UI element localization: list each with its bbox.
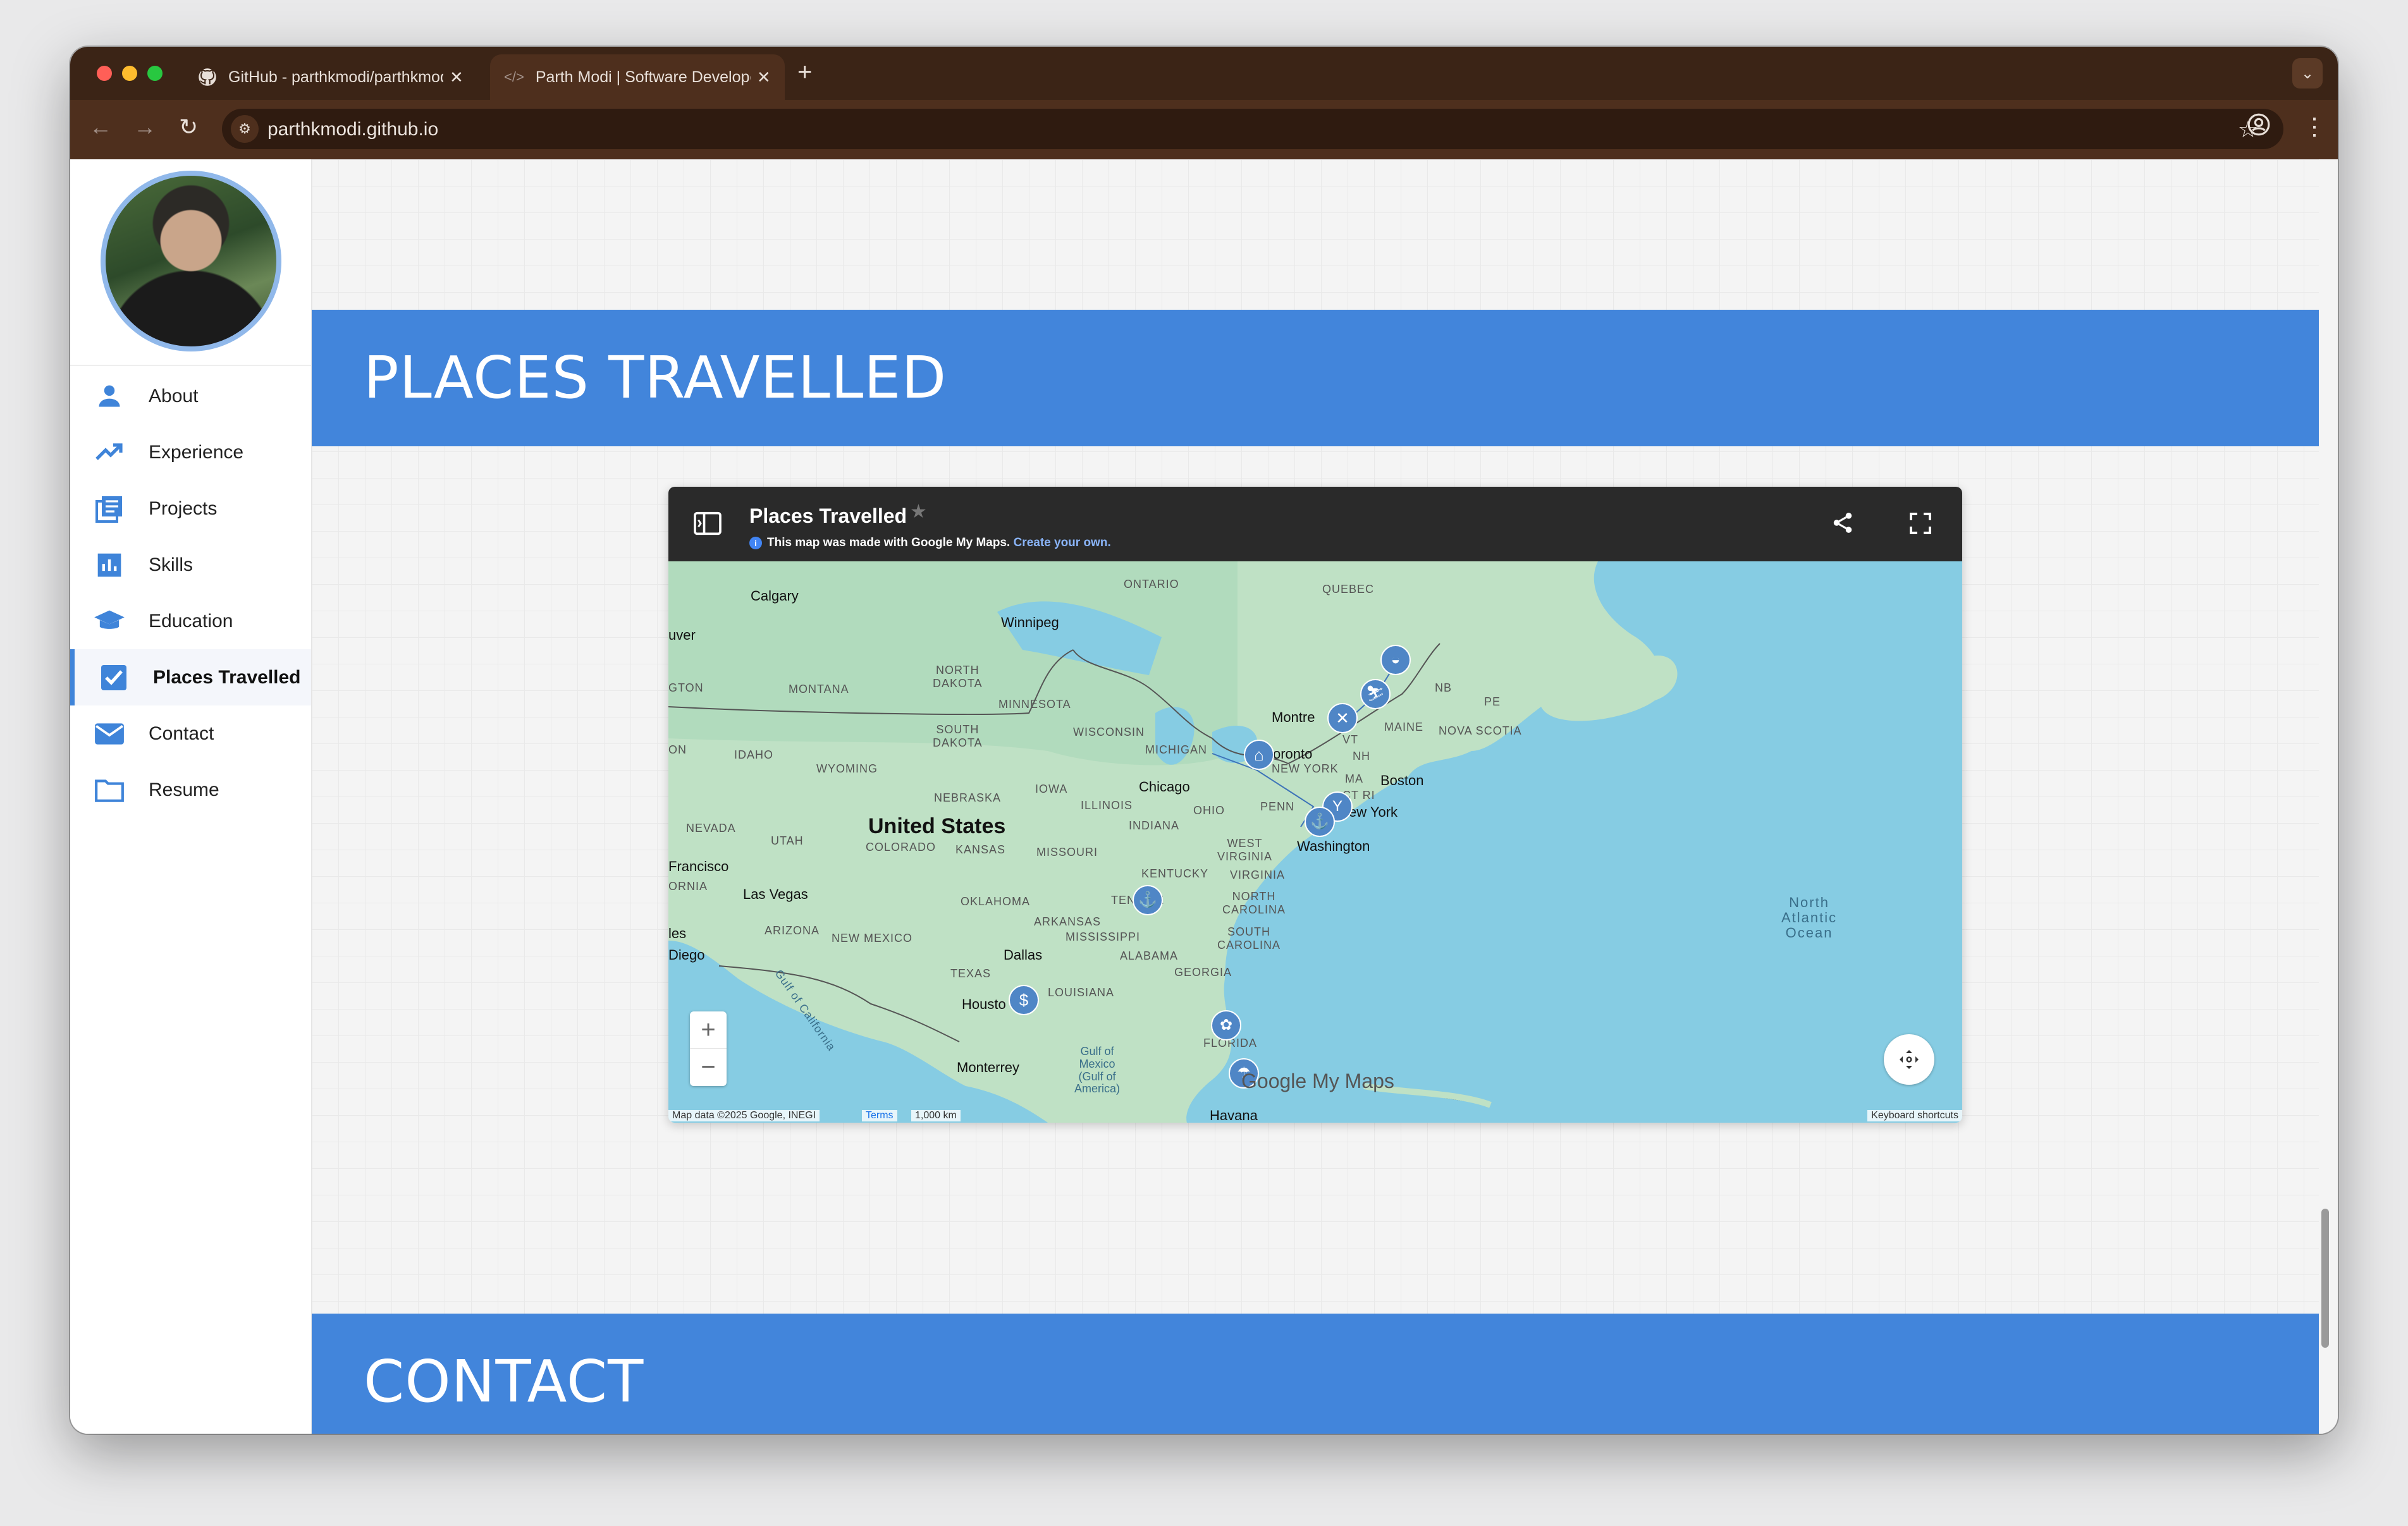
forward-button[interactable]: → [133, 114, 156, 140]
github-icon [199, 68, 216, 86]
sidebar-item-label: Experience [149, 441, 244, 463]
map-info: i This map was made with Google My Maps. … [749, 536, 1111, 550]
mail-icon [93, 717, 126, 750]
tab-close-icon[interactable]: ✕ [450, 68, 464, 87]
sidebar-item-label: Projects [149, 497, 218, 519]
reload-icon: ↻ [179, 114, 199, 140]
sidebar-item-label: Skills [149, 554, 194, 575]
marker-home-icon[interactable]: ⌂ [1244, 740, 1274, 770]
arrow-left-icon: ← [89, 114, 112, 140]
site-info-icon[interactable]: ⚙ [231, 115, 259, 143]
share-button[interactable] [1831, 511, 1855, 540]
map-title: Places Travelled [749, 504, 907, 527]
tab-github[interactable]: GitHub - parthkmodi/parthkmodi.github.io… [184, 54, 477, 100]
move-icon [1900, 1050, 1919, 1069]
main-content: PLACES TRAVELLED Places Travelled ★ i Thi… [312, 159, 2319, 1434]
sidebar-item-projects[interactable]: Projects [70, 480, 311, 537]
zoom-window-button[interactable] [147, 66, 163, 81]
marker-theme-park-icon[interactable]: ✿ [1211, 1010, 1241, 1041]
sidebar-item-contact[interactable]: Contact [70, 705, 311, 762]
fullscreen-button[interactable] [1908, 511, 1933, 542]
code-icon: </> [504, 69, 524, 85]
zoom-out-button[interactable]: − [690, 1049, 727, 1086]
sidebar-item-places-travelled[interactable]: Places Travelled [70, 649, 311, 705]
sidebar-item-label: Education [149, 610, 233, 632]
sidebar-item-label: Resume [149, 779, 219, 800]
marker-dollar-icon[interactable]: $ [1009, 985, 1039, 1015]
section-title: PLACES TRAVELLED [364, 344, 947, 412]
embedded-map[interactable]: Places Travelled ★ i This map was made wi… [668, 487, 1962, 1123]
scale-label: 1,000 km [911, 1110, 961, 1121]
tab-strip: GitHub - parthkmodi/parthkmodi.github.io… [70, 47, 2338, 100]
sidebar-item-about[interactable]: About [70, 368, 311, 424]
map-attribution-bar: Map data ©2025 Google, INEGI Terms 1,000… [668, 1109, 1962, 1123]
sidebar-toggle-icon [694, 511, 722, 535]
map-header: Places Travelled ★ i This map was made wi… [668, 487, 1962, 561]
sidebar-item-education[interactable]: Education [70, 593, 311, 649]
browser-window: GitHub - parthkmodi/parthkmodi.github.io… [70, 47, 2338, 1434]
minimize-window-button[interactable] [122, 66, 137, 81]
scrollbar-thumb[interactable] [2321, 1209, 2329, 1348]
terms-link[interactable]: Terms [862, 1110, 897, 1121]
close-window-button[interactable] [97, 66, 112, 81]
trending-up-icon [93, 436, 126, 469]
tab-title: GitHub - parthkmodi/parthkmodi.github.io [228, 68, 443, 86]
marker-boat-icon[interactable]: ⚓ [1133, 885, 1163, 915]
marker-boat-icon[interactable]: ⚓ [1305, 807, 1335, 837]
zoom-in-button[interactable]: + [690, 1011, 727, 1049]
fullscreen-icon [1910, 513, 1931, 534]
sidebar-item-label: Contact [149, 723, 214, 744]
trip-route [1212, 663, 1396, 827]
profile-icon[interactable] [2247, 113, 2271, 143]
toolbar: ← → ↻ ⚙ parthkmodi.github.io ☆ ⋮ [70, 100, 2338, 159]
graduation-cap-icon [93, 605, 126, 638]
marker-whale-icon[interactable]: ◒ [1380, 645, 1411, 675]
address-bar[interactable]: ⚙ parthkmodi.github.io ☆ [222, 109, 2283, 149]
map-attribution: Map data ©2025 Google, INEGI [668, 1110, 820, 1121]
marker-ski-icon[interactable]: ⛷ [1360, 679, 1391, 709]
sidebar-item-label: About [149, 385, 199, 406]
tab-title: Parth Modi | Software Developer [535, 68, 751, 86]
tab-close-icon[interactable]: ✕ [757, 68, 771, 87]
sidebar-item-label: Places Travelled [153, 666, 301, 688]
more-menu-icon[interactable]: ⋮ [2302, 113, 2326, 141]
create-map-link[interactable]: Create your own. [1014, 536, 1111, 549]
google-my-maps-logo: Google My Maps [1241, 1070, 1394, 1092]
chevron-down-icon: ⌄ [2300, 64, 2314, 82]
info-icon: i [749, 537, 762, 549]
folder-icon [93, 774, 126, 807]
places-travelled-banner: PLACES TRAVELLED [312, 310, 2319, 446]
recenter-button[interactable] [1884, 1034, 1934, 1085]
zoom-control: + − [690, 1011, 727, 1086]
section-title: CONTACT [364, 1348, 644, 1415]
map-canvas[interactable]: ONTARIO QUEBEC Calgary Winnipeg uver NOR… [668, 561, 1962, 1123]
sidebar: About Experience Projects Skills Educati… [70, 159, 312, 1434]
page-viewport: About Experience Projects Skills Educati… [70, 159, 2338, 1434]
bar-chart-icon [93, 549, 126, 582]
map-info-text: This map was made with Google My Maps. [767, 536, 1010, 549]
arrow-right-icon: → [133, 114, 156, 140]
avatar [101, 171, 281, 351]
marker-hockey-icon[interactable]: ✕ [1327, 703, 1358, 733]
projects-icon [93, 492, 126, 525]
map-legend-toggle-button[interactable] [694, 511, 722, 542]
checkbox-icon [97, 661, 130, 694]
page-scrollbar[interactable] [2319, 159, 2331, 1434]
new-tab-button[interactable]: + [797, 58, 812, 87]
share-icon [1833, 513, 1852, 533]
sidebar-nav: About Experience Projects Skills Educati… [70, 368, 311, 818]
sidebar-item-resume[interactable]: Resume [70, 762, 311, 818]
keyboard-shortcuts-link[interactable]: Keyboard shortcuts [1867, 1110, 1962, 1121]
tab-search-button[interactable]: ⌄ [2292, 58, 2323, 89]
tab-portfolio[interactable]: </> Parth Modi | Software Developer ✕ [490, 54, 785, 100]
contact-banner: CONTACT [312, 1314, 2319, 1434]
reload-button[interactable]: ↻ [179, 114, 198, 140]
sidebar-item-skills[interactable]: Skills [70, 537, 311, 593]
person-icon [93, 380, 126, 413]
url-text: parthkmodi.github.io [267, 119, 439, 140]
back-button[interactable]: ← [89, 114, 112, 140]
star-icon[interactable]: ★ [910, 501, 927, 523]
sidebar-item-experience[interactable]: Experience [70, 424, 311, 480]
divider [70, 365, 311, 366]
